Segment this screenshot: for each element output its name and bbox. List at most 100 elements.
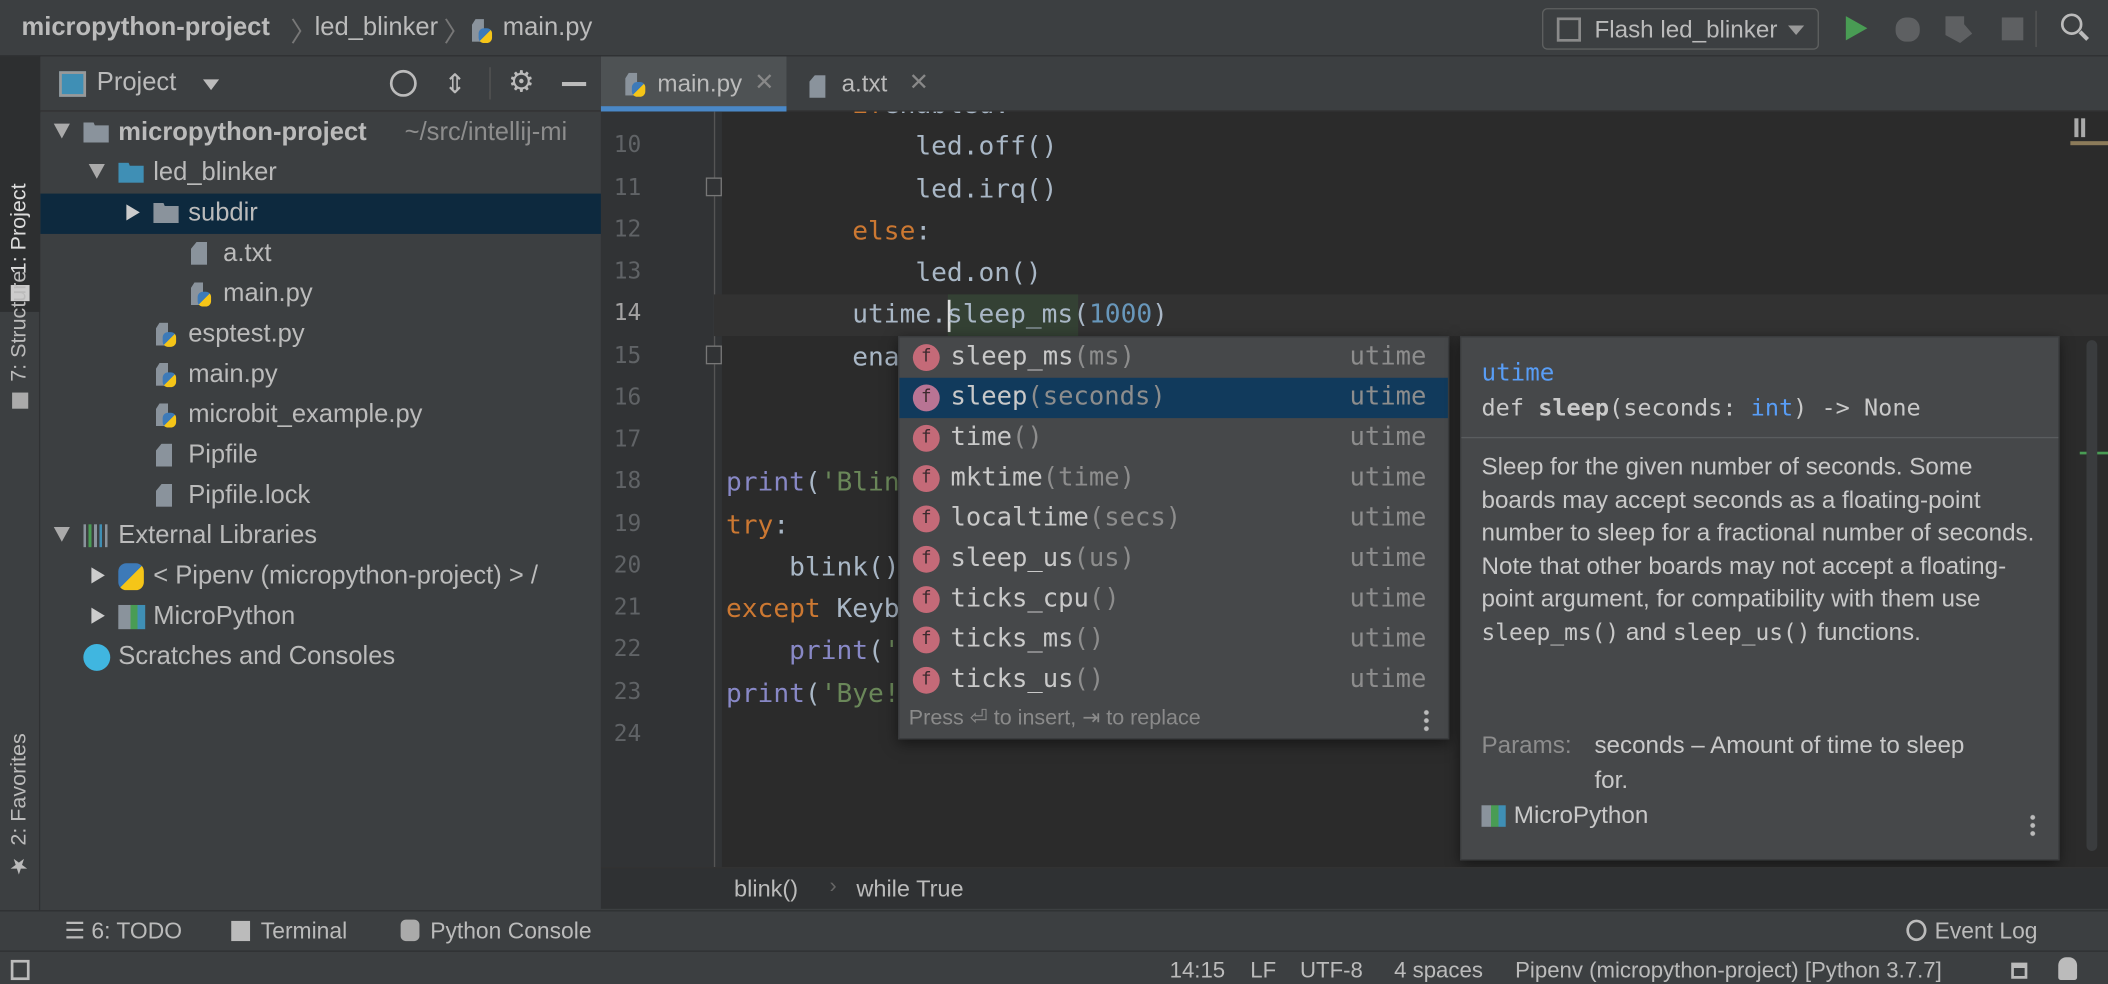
completion-item[interactable]: f sleep_ms(ms) utime: [899, 337, 1448, 377]
run-configuration-dropdown[interactable]: Flash led_blinker: [1542, 8, 1819, 50]
breadcrumb-file[interactable]: main.py: [503, 13, 592, 43]
vertical-scrollbar[interactable]: [2086, 340, 2098, 851]
tab-favorites-label: 2: Favorites: [8, 733, 31, 846]
library-icon: [1481, 805, 1506, 828]
completion-item[interactable]: f mktime(time) utime: [899, 458, 1448, 498]
todo-button[interactable]: ☰ 6: TODO: [65, 918, 182, 945]
inspector-icon[interactable]: [2058, 957, 2078, 981]
python-interpreter[interactable]: Pipenv (micropython-project) [Python 3.7…: [1515, 959, 1942, 984]
debug-icon[interactable]: [1895, 17, 1920, 42]
expanded-arrow-icon[interactable]: [53, 527, 70, 542]
tree-item[interactable]: main.py: [40, 355, 601, 395]
completion-name: ticks_cpu: [950, 583, 1089, 614]
fold-marker-icon[interactable]: [705, 177, 722, 197]
breadcrumb-loop[interactable]: while True: [856, 875, 963, 903]
completion-item[interactable]: f sleep(seconds) utime: [899, 377, 1448, 419]
project-view-selector[interactable]: Project: [97, 69, 177, 99]
tree-item-path: ~/src/intellij-mi: [404, 118, 568, 147]
coverage-icon[interactable]: [1945, 16, 1973, 44]
warning-marker[interactable]: [2070, 141, 2108, 146]
code-token: enabled:: [884, 112, 1010, 120]
tab-structure[interactable]: 7: Structure: [0, 245, 40, 420]
expanded-arrow-icon[interactable]: [88, 164, 105, 179]
completion-item[interactable]: f sleep_us(us) utime: [899, 539, 1448, 579]
code-token: print: [725, 676, 805, 708]
tab-a-txt[interactable]: a.txt ✕: [791, 56, 929, 111]
completion-type: utime: [1349, 664, 1427, 694]
run-icon[interactable]: [1845, 16, 1868, 41]
tree-item[interactable]: a.txt: [40, 234, 601, 274]
tree-item[interactable]: led_blinker: [40, 153, 601, 193]
tree-item[interactable]: esptest.py: [40, 315, 601, 355]
inspection-widget-icon[interactable]: [2074, 118, 2086, 138]
tree-item-label: micropython-project: [118, 118, 367, 147]
code-line: blink(): [726, 545, 899, 587]
chevron-down-icon[interactable]: [203, 79, 220, 91]
close-icon[interactable]: ✕: [754, 69, 774, 97]
breadcrumb-function[interactable]: blink(): [734, 875, 798, 903]
completion-item[interactable]: f ticks_ms() utime: [899, 620, 1448, 660]
completion-item[interactable]: f localtime(secs) utime: [899, 499, 1448, 539]
tree-item[interactable]: Pipfile: [40, 436, 601, 476]
project-icon: [59, 71, 87, 97]
code-token: led.off(): [725, 130, 1058, 162]
breadcrumb-project[interactable]: micropython-project: [22, 13, 270, 43]
indent-setting[interactable]: 4 spaces: [1394, 959, 1483, 984]
completion-hint: Press ⏎ to insert, ⇥ to replace: [908, 707, 1201, 731]
tree-item[interactable]: < Pipenv (micropython-project) > /: [40, 557, 601, 597]
gear-icon[interactable]: ⚙: [508, 65, 535, 100]
tree-item[interactable]: Scratches and Consoles: [40, 637, 601, 677]
tree-item[interactable]: Pipfile.lock: [40, 476, 601, 516]
toggle-tool-windows-icon[interactable]: [10, 959, 30, 981]
doc-params: (seconds:: [1609, 395, 1751, 423]
tab-main-py[interactable]: main.py ✕: [600, 56, 787, 112]
text-file-icon: [155, 443, 173, 467]
breadcrumb-folder[interactable]: led_blinker: [315, 13, 439, 43]
file-encoding[interactable]: UTF-8: [1300, 959, 1363, 984]
tab-favorites[interactable]: ★ 2: Favorites: [0, 715, 40, 890]
code-token: (: [868, 634, 884, 666]
completion-item[interactable]: f ticks_us() utime: [899, 660, 1448, 700]
locate-icon[interactable]: [389, 69, 417, 97]
tree-item[interactable]: main.py: [40, 274, 601, 314]
completion-item[interactable]: f ticks_cpu() utime: [899, 579, 1448, 619]
tree-item-label: main.py: [223, 279, 313, 308]
event-log-button[interactable]: Event Log: [1906, 918, 2038, 945]
tree-item[interactable]: subdir: [40, 193, 601, 234]
tree-item[interactable]: micropython-project ~/src/intellij-mi: [40, 113, 601, 153]
code-line: try:: [726, 503, 789, 545]
terminal-button[interactable]: Terminal: [231, 918, 347, 945]
tree-item[interactable]: microbit_example.py: [40, 395, 601, 435]
stop-icon[interactable]: [2001, 17, 2024, 41]
collapsed-arrow-icon[interactable]: [91, 567, 105, 584]
doc-source[interactable]: MicroPython: [1514, 801, 1649, 828]
more-options-icon[interactable]: [1423, 708, 1430, 733]
more-options-icon[interactable]: [2030, 813, 2036, 838]
line-separator[interactable]: LF: [1250, 959, 1276, 984]
doc-code: sleep_us(): [1672, 619, 1811, 646]
collapsed-arrow-icon[interactable]: [91, 607, 105, 624]
code-line: utime.sleep_ms(1000): [726, 293, 1168, 335]
params-label: Params:: [1481, 731, 1572, 759]
hide-icon[interactable]: [561, 82, 587, 87]
expanded-arrow-icon[interactable]: [53, 123, 70, 139]
tree-item[interactable]: MicroPython: [40, 597, 601, 637]
code-token: 1000: [1088, 298, 1153, 330]
doc-module[interactable]: utime: [1482, 356, 1921, 391]
close-icon[interactable]: ✕: [909, 69, 929, 97]
caret-position[interactable]: 14:15: [1170, 959, 1226, 984]
lock-icon[interactable]: [2011, 962, 2028, 979]
fold-marker-icon[interactable]: [705, 345, 722, 365]
tree-item-label: Pipfile: [188, 440, 258, 470]
line-number: 18: [613, 468, 642, 496]
python-icon: [118, 563, 144, 591]
completion-item[interactable]: f time() utime: [899, 418, 1448, 458]
function-icon: f: [912, 384, 940, 412]
collapse-all-icon[interactable]: ⇕: [444, 67, 467, 101]
tree-item[interactable]: External Libraries: [40, 516, 601, 556]
doc-type-link[interactable]: int: [1751, 395, 1793, 422]
python-console-button[interactable]: Python Console: [400, 918, 592, 945]
collapsed-arrow-icon[interactable]: [126, 204, 140, 221]
line-number: 24: [613, 720, 642, 748]
completion-type: utime: [1349, 502, 1427, 533]
